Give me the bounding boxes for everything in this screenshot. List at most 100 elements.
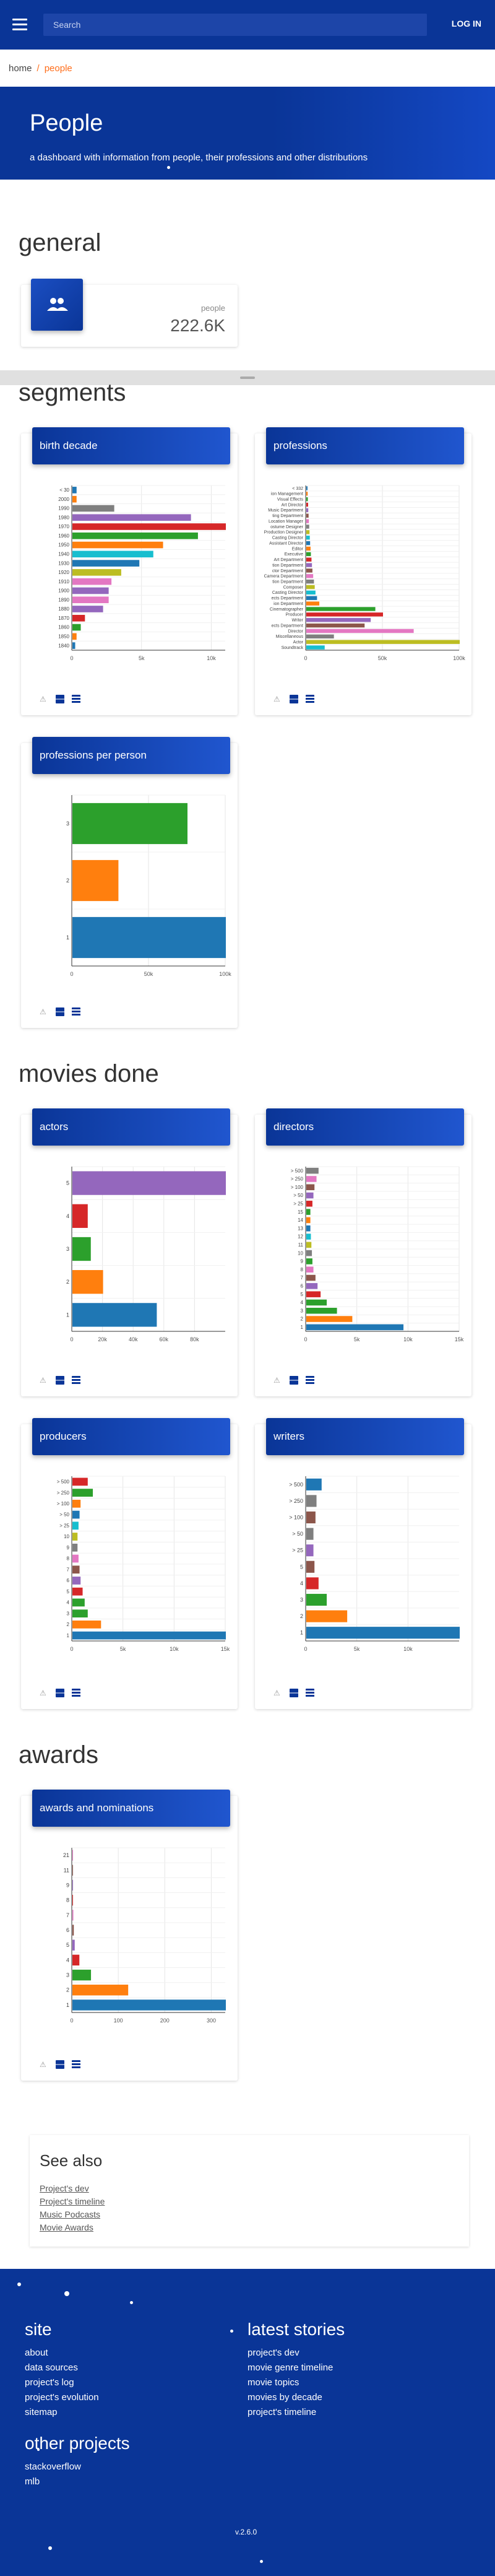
bar[interactable] (306, 1225, 311, 1232)
bar[interactable] (306, 1258, 312, 1264)
bar[interactable] (306, 1577, 319, 1590)
footer-link[interactable]: project's timeline (248, 2405, 333, 2420)
bar[interactable] (306, 1316, 353, 1322)
footer-link[interactable]: movies by decade (248, 2390, 333, 2405)
bar[interactable] (306, 590, 316, 595)
bar[interactable] (306, 1560, 315, 1573)
bar[interactable] (306, 1291, 321, 1297)
bar[interactable] (306, 1176, 317, 1182)
footer-link[interactable]: project's evolution (25, 2390, 99, 2405)
list-view-icon[interactable] (72, 1376, 80, 1385)
bar[interactable] (306, 546, 311, 551)
bar[interactable] (72, 596, 109, 604)
bar[interactable] (72, 1303, 157, 1327)
bar[interactable] (306, 541, 311, 546)
bar[interactable] (72, 1521, 79, 1530)
bar[interactable] (72, 614, 85, 622)
bar[interactable] (306, 497, 308, 502)
footer-link[interactable]: stackoverflow (25, 2460, 81, 2474)
bar[interactable] (72, 1577, 81, 1585)
bar[interactable] (306, 607, 376, 611)
footer-link[interactable]: movie topics (248, 2375, 333, 2390)
bar[interactable] (72, 1999, 226, 2011)
bar[interactable] (306, 519, 309, 523)
bar[interactable] (306, 1511, 316, 1524)
split-view-icon[interactable] (56, 695, 64, 703)
bar[interactable] (306, 557, 312, 562)
bar[interactable] (72, 1894, 73, 1906)
see-also-link[interactable]: Project's timeline (40, 2195, 105, 2208)
bar[interactable] (306, 1495, 317, 1507)
bar[interactable] (306, 524, 309, 529)
bar[interactable] (306, 601, 320, 606)
bar[interactable] (72, 487, 77, 494)
bar[interactable] (72, 523, 226, 530)
list-view-icon[interactable] (72, 1007, 80, 1016)
bar[interactable] (306, 492, 308, 496)
bar[interactable] (72, 541, 163, 549)
bar[interactable] (72, 1565, 80, 1574)
bar[interactable] (306, 574, 314, 578)
bar[interactable] (306, 1184, 315, 1191)
bar[interactable] (306, 1234, 311, 1240)
bar[interactable] (72, 550, 153, 558)
bar[interactable] (72, 1533, 78, 1541)
menu-icon[interactable] (12, 19, 27, 31)
search-input[interactable]: Search (43, 14, 427, 36)
bar[interactable] (72, 1171, 226, 1195)
split-view-icon[interactable] (290, 1376, 298, 1385)
footer-link[interactable]: movie genre timeline (248, 2361, 333, 2375)
bar[interactable] (72, 1587, 83, 1596)
bar[interactable] (72, 1510, 80, 1519)
bar[interactable] (72, 1204, 88, 1228)
bar[interactable] (306, 1250, 312, 1256)
bar[interactable] (72, 859, 119, 902)
list-view-icon[interactable] (72, 695, 80, 703)
bar[interactable] (306, 513, 309, 518)
bar[interactable] (306, 508, 309, 513)
bar[interactable] (306, 618, 371, 622)
bar[interactable] (306, 1299, 327, 1306)
bar[interactable] (306, 1201, 312, 1207)
list-view-icon[interactable] (306, 1376, 314, 1385)
bar[interactable] (306, 552, 311, 557)
bar[interactable] (72, 1598, 85, 1607)
bar[interactable] (306, 623, 365, 628)
bar[interactable] (306, 1307, 337, 1314)
bar[interactable] (72, 1850, 73, 1861)
bar[interactable] (306, 1192, 314, 1199)
bar[interactable] (72, 1925, 74, 1936)
bar[interactable] (72, 624, 81, 631)
bar[interactable] (72, 1954, 80, 1966)
breadcrumb-home[interactable]: home (9, 63, 32, 74)
bar[interactable] (72, 1621, 101, 1629)
bar[interactable] (306, 1242, 312, 1248)
bar[interactable] (306, 1593, 327, 1606)
bar[interactable] (72, 1879, 73, 1891)
bar[interactable] (306, 1274, 316, 1281)
bar[interactable] (72, 1939, 75, 1951)
bar[interactable] (72, 1554, 79, 1563)
bar[interactable] (72, 916, 226, 959)
bar[interactable] (72, 1865, 73, 1876)
footer-link[interactable]: about (25, 2346, 99, 2361)
split-view-icon[interactable] (290, 1689, 298, 1697)
bar[interactable] (72, 514, 191, 521)
bar[interactable] (306, 579, 314, 584)
bar[interactable] (306, 612, 383, 617)
footer-link[interactable]: mlb (25, 2474, 81, 2489)
bar[interactable] (306, 486, 308, 490)
bar[interactable] (306, 1324, 404, 1331)
bar[interactable] (306, 568, 312, 573)
bar[interactable] (72, 633, 77, 640)
bar[interactable] (72, 1543, 78, 1552)
bar[interactable] (72, 495, 77, 503)
bar[interactable] (306, 596, 317, 600)
bar[interactable] (306, 530, 310, 534)
bar[interactable] (72, 1270, 103, 1294)
bar[interactable] (306, 563, 312, 567)
split-view-icon[interactable] (56, 1007, 64, 1016)
bar[interactable] (306, 1217, 311, 1224)
bar[interactable] (72, 642, 75, 649)
bar[interactable] (72, 560, 140, 567)
